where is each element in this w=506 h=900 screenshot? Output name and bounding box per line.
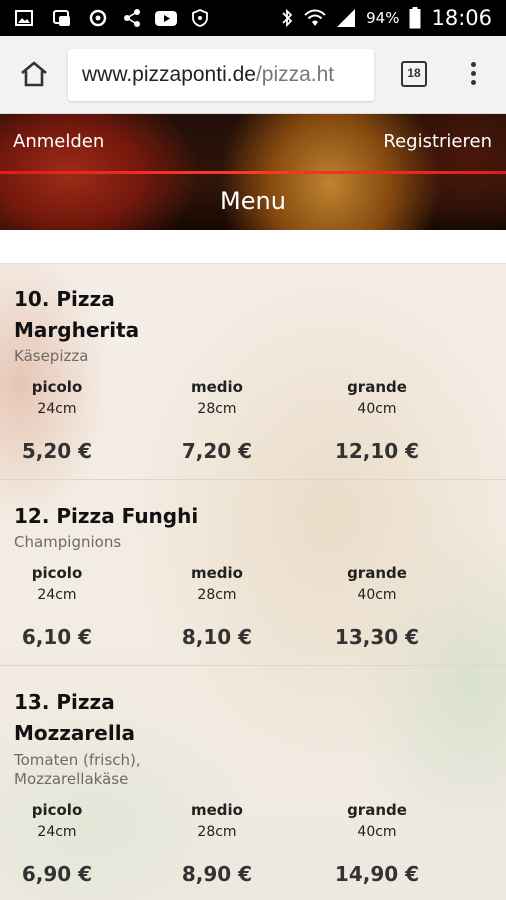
header-banner: Anmelden Registrieren Menu bbox=[0, 114, 506, 230]
item-description-line: Tomaten (frisch), bbox=[14, 751, 141, 769]
size-label: picolo bbox=[31, 564, 83, 582]
size-label: picolo bbox=[31, 801, 83, 819]
size-label: grande bbox=[347, 564, 407, 582]
header-divider bbox=[0, 171, 506, 174]
browser-toolbar: www.pizzaponti.de/pizza.ht 18 bbox=[0, 36, 506, 114]
price-medio[interactable]: 8,90 € bbox=[162, 862, 272, 886]
games-icon bbox=[53, 10, 70, 26]
size-medio[interactable]: medio 28cm bbox=[162, 562, 272, 606]
size-grande[interactable]: grande 40cm bbox=[322, 799, 432, 843]
size-picolo[interactable]: picolo 24cm bbox=[2, 799, 112, 843]
item-name-line: Margherita bbox=[14, 318, 140, 342]
overflow-menu-icon[interactable] bbox=[465, 60, 481, 90]
price-picolo[interactable]: 6,90 € bbox=[2, 862, 112, 886]
item-name-line: Mozzarella bbox=[14, 721, 136, 745]
price-grande[interactable]: 14,90 € bbox=[322, 862, 432, 886]
size-diameter: 28cm bbox=[197, 824, 237, 840]
size-grande[interactable]: grande 40cm bbox=[322, 376, 432, 420]
item-name: 12. Pizza Funghi bbox=[14, 504, 199, 528]
size-diameter: 24cm bbox=[37, 401, 77, 417]
shield-icon bbox=[192, 9, 208, 27]
price-medio[interactable]: 8,10 € bbox=[162, 625, 272, 649]
size-diameter: 40cm bbox=[357, 587, 397, 603]
size-grande[interactable]: grande 40cm bbox=[322, 562, 432, 606]
login-link[interactable]: Anmelden bbox=[13, 131, 104, 152]
size-label: grande bbox=[347, 378, 407, 396]
size-label: grande bbox=[347, 801, 407, 819]
menu-item[interactable]: 13. Pizza Mozzarella Tomaten (frisch), M… bbox=[0, 666, 506, 900]
menu-item[interactable]: 10. Pizza Margherita Käsepizza picolo 24… bbox=[0, 264, 506, 480]
signal-icon bbox=[337, 9, 356, 27]
size-label: medio bbox=[191, 378, 243, 396]
bluetooth-icon bbox=[282, 8, 293, 28]
item-name: 13. Pizza Mozzarella bbox=[14, 687, 314, 749]
size-medio[interactable]: medio 28cm bbox=[162, 799, 272, 843]
item-name: 10. Pizza Margherita bbox=[14, 284, 314, 346]
size-picolo[interactable]: picolo 24cm bbox=[2, 376, 112, 420]
home-icon[interactable] bbox=[18, 58, 50, 90]
price-medio[interactable]: 7,20 € bbox=[162, 439, 272, 463]
clock: 18:06 bbox=[431, 6, 492, 30]
address-bar[interactable]: www.pizzaponti.de/pizza.ht bbox=[68, 49, 374, 101]
size-medio[interactable]: medio 28cm bbox=[162, 376, 272, 420]
size-diameter: 40cm bbox=[357, 401, 397, 417]
price-grande[interactable]: 12,10 € bbox=[322, 439, 432, 463]
price-grande[interactable]: 13,30 € bbox=[322, 625, 432, 649]
battery-percent: 94% bbox=[366, 9, 400, 27]
youtube-icon bbox=[155, 11, 177, 26]
wifi-icon bbox=[304, 9, 326, 26]
item-description: Champignions bbox=[14, 533, 122, 551]
page-title: Menu bbox=[220, 187, 286, 215]
item-description-line: Mozzarellakäse bbox=[14, 770, 129, 788]
image-icon bbox=[15, 10, 33, 26]
size-label: medio bbox=[191, 564, 243, 582]
spacer bbox=[0, 230, 506, 264]
menu-list: 10. Pizza Margherita Käsepizza picolo 24… bbox=[0, 264, 506, 900]
tab-switcher-button[interactable]: 18 bbox=[401, 61, 427, 87]
price-picolo[interactable]: 5,20 € bbox=[2, 439, 112, 463]
size-diameter: 24cm bbox=[37, 587, 77, 603]
url-host: www.pizzaponti.de bbox=[82, 63, 256, 86]
size-label: picolo bbox=[31, 378, 83, 396]
size-picolo[interactable]: picolo 24cm bbox=[2, 562, 112, 606]
url-path: /pizza.ht bbox=[255, 63, 335, 86]
battery-icon bbox=[409, 7, 421, 29]
size-diameter: 40cm bbox=[357, 824, 397, 840]
price-picolo[interactable]: 6,10 € bbox=[2, 625, 112, 649]
status-bar: 94% 18:06 bbox=[0, 0, 506, 36]
sync-icon bbox=[89, 9, 107, 27]
tab-count: 18 bbox=[407, 66, 421, 80]
size-diameter: 28cm bbox=[197, 587, 237, 603]
item-description: Käsepizza bbox=[14, 347, 89, 365]
item-name-line: 13. Pizza bbox=[14, 690, 115, 714]
size-label: medio bbox=[191, 801, 243, 819]
item-description: Tomaten (frisch), Mozzarellakäse bbox=[14, 751, 214, 789]
size-diameter: 28cm bbox=[197, 401, 237, 417]
item-name-line: 10. Pizza bbox=[14, 287, 115, 311]
size-diameter: 24cm bbox=[37, 824, 77, 840]
menu-item[interactable]: 12. Pizza Funghi Champignions picolo 24c… bbox=[0, 480, 506, 666]
register-link[interactable]: Registrieren bbox=[383, 131, 492, 152]
share-icon bbox=[124, 9, 140, 27]
